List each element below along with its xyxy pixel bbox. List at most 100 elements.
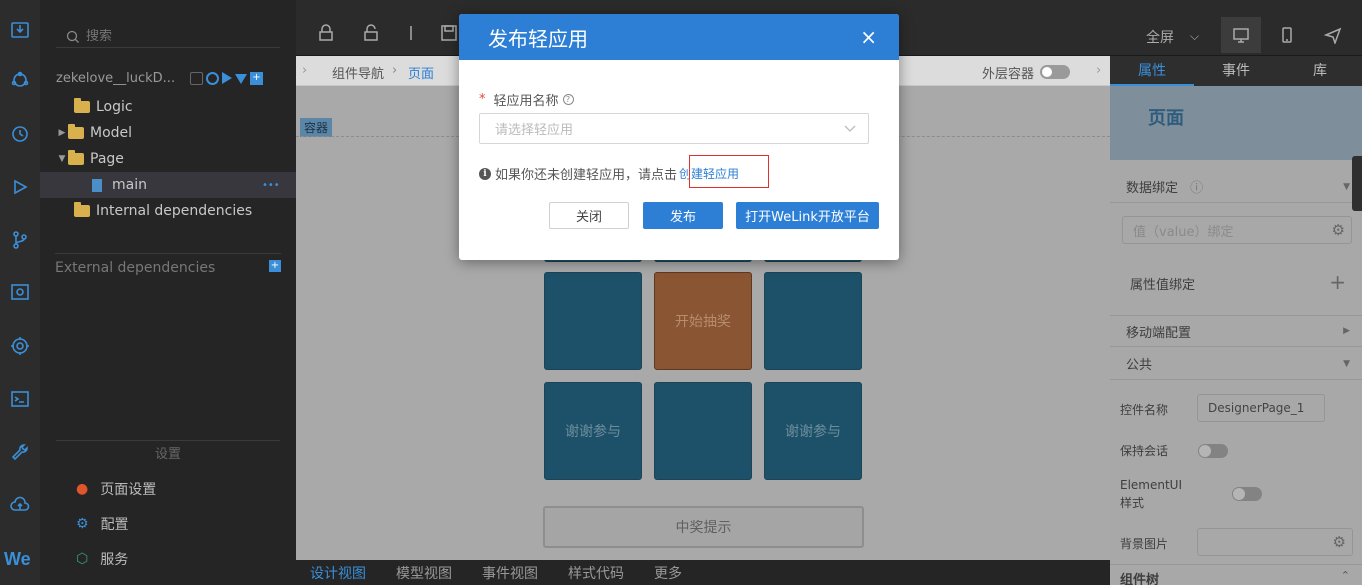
- close-icon[interactable]: ×: [860, 27, 877, 47]
- collapse-icon[interactable]: [190, 71, 203, 85]
- container-tag[interactable]: 容器: [300, 118, 333, 137]
- unlock-icon[interactable]: [362, 24, 380, 42]
- search-input[interactable]: [86, 29, 266, 44]
- section-label: 组件树: [1120, 573, 1160, 585]
- common-section[interactable]: 公共 ▼: [1110, 348, 1362, 380]
- preview-icon[interactable]: [8, 280, 32, 304]
- grid-tile[interactable]: 谢谢参与: [544, 382, 642, 480]
- outer-container-toggle[interactable]: [1040, 64, 1070, 79]
- tab-model-view[interactable]: 模型视图: [396, 563, 452, 583]
- add-icon[interactable]: +: [250, 71, 263, 85]
- settings-item-label: 页面设置: [100, 482, 157, 498]
- tree-item-label: Logic: [96, 99, 133, 115]
- hint-text: 如果你还未创建轻应用，请点击: [495, 168, 678, 183]
- play-icon[interactable]: [222, 71, 232, 84]
- tab-library[interactable]: 库: [1278, 56, 1362, 86]
- tab-events[interactable]: 事件: [1194, 56, 1278, 86]
- desktop-view-button[interactable]: [1221, 17, 1261, 53]
- grid-tile[interactable]: [544, 272, 642, 370]
- settings-item-label: 服务: [100, 552, 129, 568]
- chevron-right-icon[interactable]: ›: [1096, 63, 1101, 78]
- folder-icon: [68, 150, 84, 165]
- tab-design-view[interactable]: 设计视图: [310, 563, 366, 583]
- service-icon: ⬡: [76, 551, 89, 567]
- run-debug-icon[interactable]: [8, 175, 32, 199]
- grid-tile[interactable]: 谢谢参与: [764, 382, 862, 480]
- create-light-app-link[interactable]: 创建轻应用: [679, 165, 739, 182]
- history-icon[interactable]: [8, 122, 32, 146]
- tree-item-logic[interactable]: Logic: [40, 94, 296, 120]
- elementui-style-toggle[interactable]: [1232, 487, 1263, 501]
- side-drag-handle[interactable]: [1352, 156, 1362, 211]
- add-dependency-icon[interactable]: +: [269, 260, 281, 272]
- start-draw-tile[interactable]: 开始抽奖: [654, 272, 752, 370]
- share-icon[interactable]: [8, 68, 32, 92]
- bg-image-input[interactable]: ⚙: [1197, 528, 1353, 556]
- more-icon[interactable]: •••: [262, 180, 280, 191]
- settings-item-config[interactable]: ⚙ 配置: [76, 514, 129, 534]
- fullscreen-select[interactable]: 全屏: [1146, 27, 1174, 47]
- breadcrumb-item-page[interactable]: 页面: [408, 63, 434, 82]
- tab-event-view[interactable]: 事件视图: [482, 563, 538, 583]
- file-icon: [92, 178, 102, 192]
- grid-tile[interactable]: [654, 382, 752, 480]
- grid-tile[interactable]: [764, 272, 862, 370]
- light-app-select[interactable]: 请选择轻应用: [479, 113, 869, 144]
- page-banner: 页面: [1110, 86, 1362, 160]
- mobile-view-button[interactable]: [1267, 17, 1307, 53]
- location-pin-icon: ●: [76, 481, 89, 497]
- mobile-config-section[interactable]: 移动端配置 ▶: [1110, 315, 1362, 347]
- help-icon[interactable]: ?: [562, 94, 574, 105]
- value-binding-input[interactable]: 值（value）绑定 ⚙: [1122, 216, 1352, 244]
- save-icon[interactable]: [440, 24, 458, 42]
- folder-icon: [68, 124, 84, 139]
- open-welink-platform-button[interactable]: 打开WeLink开放平台: [736, 202, 879, 229]
- gear-icon[interactable]: ⚙: [1333, 533, 1346, 551]
- download-icon[interactable]: [8, 18, 32, 42]
- publish-submit-button[interactable]: 发布: [643, 202, 723, 229]
- divider-icon: [402, 24, 420, 42]
- row-label: 属性值绑定: [1130, 278, 1196, 293]
- settings-item-label: 配置: [100, 517, 129, 533]
- wrench-icon[interactable]: [8, 440, 32, 464]
- cloud-upload-icon[interactable]: [8, 493, 32, 517]
- terminal-icon[interactable]: [8, 387, 32, 411]
- properties-tabs: 属性 事件 库: [1110, 56, 1362, 86]
- external-deps-label: External dependencies: [55, 260, 216, 276]
- data-binding-section[interactable]: 数据绑定 ⓘ ▼: [1110, 171, 1362, 203]
- control-name-input[interactable]: DesignerPage_1: [1197, 394, 1325, 422]
- filter-icon[interactable]: [235, 73, 247, 84]
- tab-properties[interactable]: 属性: [1110, 56, 1194, 86]
- breadcrumb-separator: ›: [392, 63, 398, 78]
- keep-session-toggle[interactable]: [1198, 444, 1228, 458]
- lock-icon[interactable]: [317, 24, 335, 42]
- required-mark: *: [479, 92, 486, 107]
- target-icon[interactable]: [8, 334, 32, 358]
- tree-item-main[interactable]: main •••: [40, 172, 296, 198]
- publish-button[interactable]: [1313, 17, 1353, 53]
- welink-logo: We: [4, 549, 31, 569]
- breadcrumb-item-nav[interactable]: 组件导航: [332, 63, 384, 82]
- settings-item-page-settings[interactable]: ● 页面设置: [76, 479, 156, 499]
- tab-more[interactable]: 更多: [654, 563, 682, 583]
- external-dependencies[interactable]: External dependencies +: [55, 253, 281, 276]
- tree-item-internal-deps[interactable]: Internal dependencies: [40, 198, 296, 224]
- monitor-icon: [1233, 28, 1249, 43]
- plus-icon[interactable]: +: [1329, 272, 1346, 294]
- prize-hint-box[interactable]: 中奖提示: [543, 506, 864, 548]
- explorer-search[interactable]: [56, 26, 280, 48]
- light-app-name-label: * 轻应用名称 ?: [479, 90, 574, 109]
- chevron-down-icon[interactable]: ⌵: [1190, 29, 1199, 44]
- control-name-label: 控件名称: [1120, 403, 1169, 417]
- project-name: zekelove__luckD...: [56, 70, 176, 86]
- tab-style-code[interactable]: 样式代码: [568, 563, 624, 583]
- settings-item-service[interactable]: ⬡ 服务: [76, 549, 128, 569]
- component-tree-section[interactable]: 组件树 ⌃: [1110, 564, 1362, 585]
- close-button[interactable]: 关闭: [549, 202, 629, 229]
- refresh-icon[interactable]: [206, 71, 219, 85]
- gear-icon[interactable]: ⚙: [1332, 221, 1345, 239]
- tree-item-page[interactable]: ▼ Page: [40, 146, 296, 172]
- source-control-icon[interactable]: [8, 228, 32, 252]
- collapse-up-icon[interactable]: ⌃: [1341, 569, 1350, 585]
- tree-item-model[interactable]: ▶ Model: [40, 120, 296, 146]
